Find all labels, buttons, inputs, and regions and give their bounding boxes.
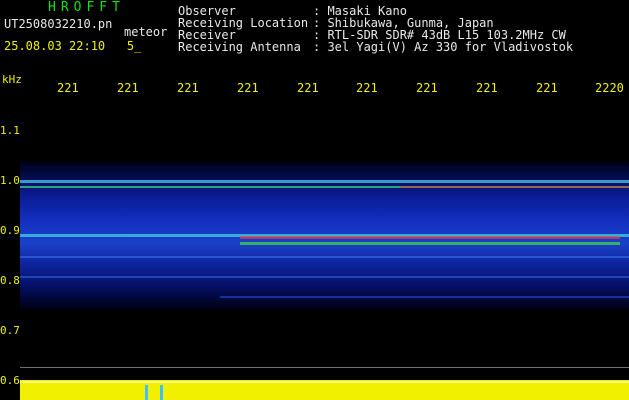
signal-strength-strip bbox=[20, 380, 629, 400]
strip-spike bbox=[145, 385, 148, 400]
strip-fill bbox=[20, 380, 629, 400]
axis-unit-label: kHz bbox=[2, 73, 22, 86]
info-antenna-value: : 3el Yagi(V) Az 330 for Vladivostok bbox=[313, 40, 574, 54]
spectrogram bbox=[20, 96, 629, 368]
y-tick-label: 0.6 bbox=[0, 374, 20, 387]
x-tick-label: 221 bbox=[117, 81, 139, 95]
y-tick-label: 0.9 bbox=[0, 224, 20, 237]
x-tick-label: 221 bbox=[177, 81, 199, 95]
y-tick-label: 0.8 bbox=[0, 274, 20, 287]
x-tick-label: 2220 bbox=[595, 81, 624, 95]
y-tick-label: 0.7 bbox=[0, 324, 20, 337]
info-antenna-label: Receiving Antenna bbox=[178, 40, 301, 54]
strip-spike bbox=[160, 385, 163, 400]
y-tick-label: 1.1 bbox=[0, 124, 20, 137]
meteor-label: meteor bbox=[124, 25, 168, 39]
x-tick-label: 221 bbox=[297, 81, 319, 95]
x-tick-label: 221 bbox=[57, 81, 79, 95]
x-tick-label: 221 bbox=[536, 81, 558, 95]
x-tick-label: 221 bbox=[237, 81, 259, 95]
x-tick-label: 221 bbox=[356, 81, 378, 95]
x-tick-label: 221 bbox=[476, 81, 498, 95]
app-title: HROFFT bbox=[48, 0, 125, 15]
timestamp-label: 25.08.03 22:10 5_ bbox=[4, 39, 142, 53]
filename-label: UT2508032210.pn bbox=[4, 17, 113, 31]
x-tick-label: 221 bbox=[416, 81, 438, 95]
y-tick-label: 1.0 bbox=[0, 174, 20, 187]
